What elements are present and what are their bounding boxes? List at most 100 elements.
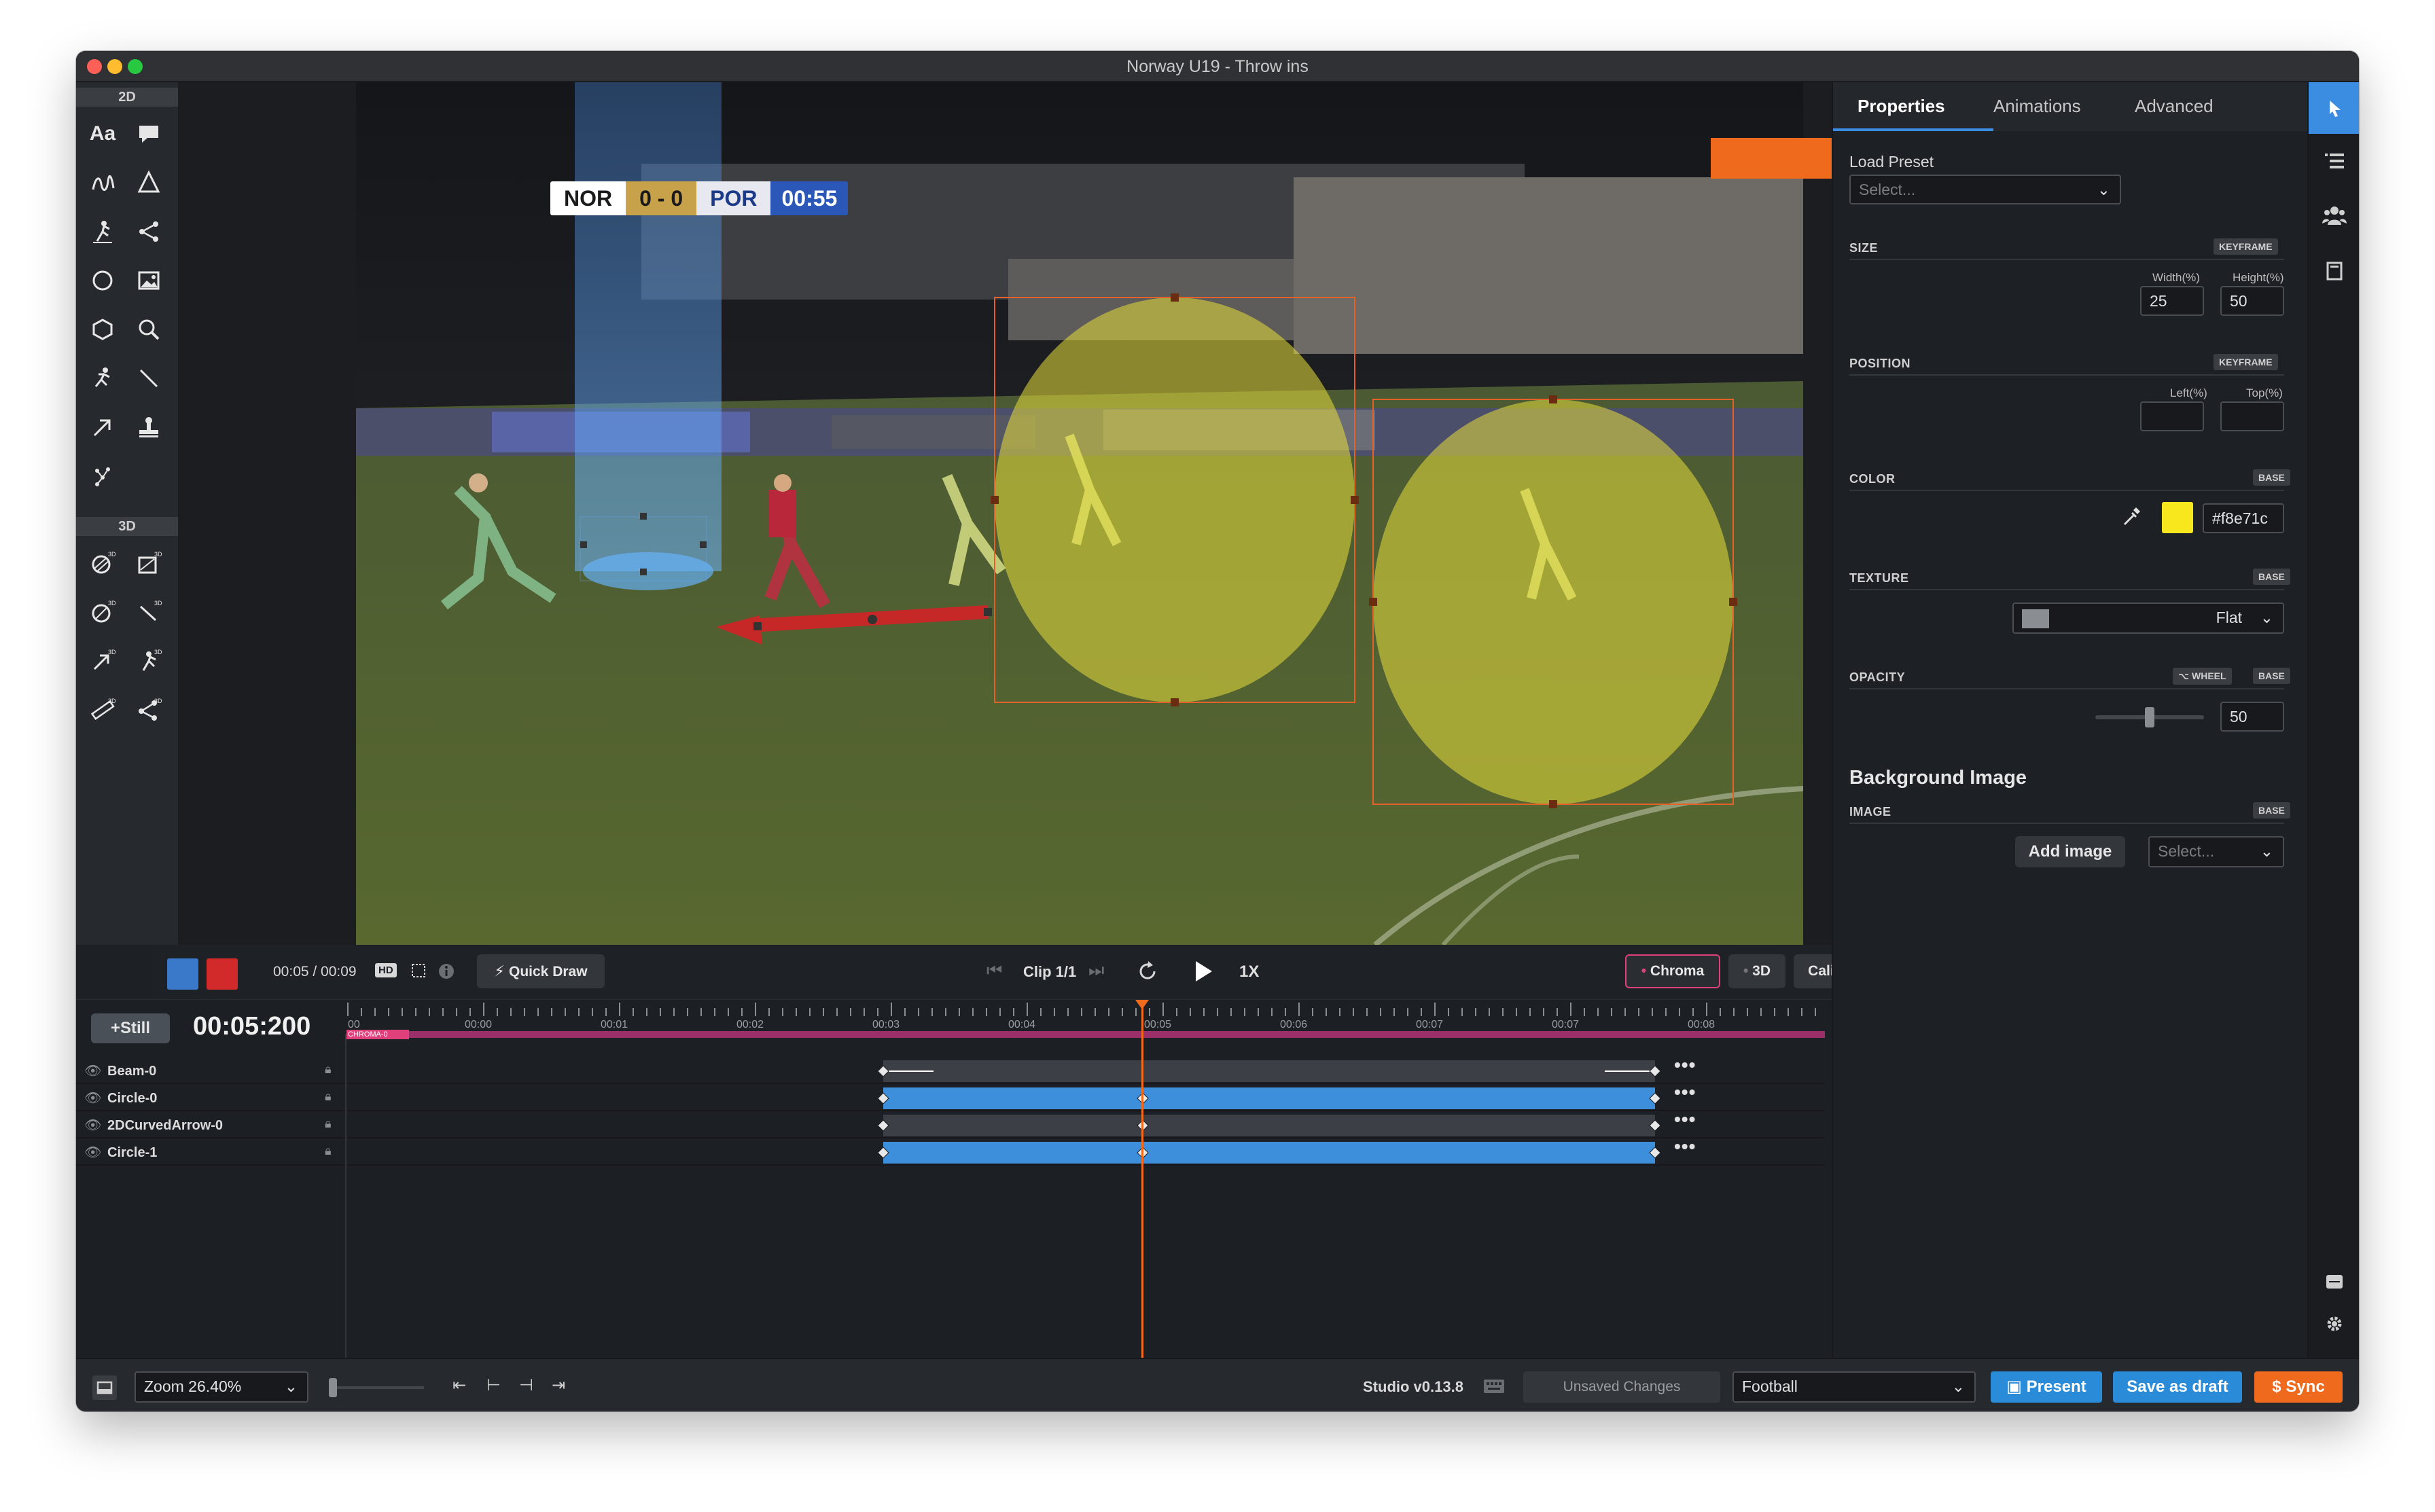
height-input[interactable]: 50 bbox=[2220, 286, 2284, 316]
chroma-button[interactable]: • Chroma bbox=[1625, 954, 1720, 988]
player-icon[interactable] bbox=[82, 211, 124, 253]
3d-network-icon[interactable]: 3D bbox=[128, 689, 170, 731]
keyframe-diamond[interactable] bbox=[1649, 1147, 1661, 1159]
add-still-button[interactable]: +Still bbox=[91, 1013, 170, 1043]
3d-rectangle-icon[interactable]: 3D bbox=[128, 542, 170, 584]
cone-icon[interactable] bbox=[128, 162, 170, 204]
keyframe-diamond[interactable] bbox=[1649, 1065, 1661, 1077]
3d-player-icon[interactable]: 3D bbox=[128, 640, 170, 682]
svg-text:3D: 3D bbox=[108, 551, 116, 558]
left-input[interactable] bbox=[2140, 401, 2204, 431]
keyframe-diamond[interactable] bbox=[877, 1092, 889, 1104]
polygon-icon[interactable] bbox=[82, 308, 124, 350]
chroma-track[interactable] bbox=[346, 1031, 1825, 1038]
sync-button[interactable]: $ Sync bbox=[2254, 1371, 2343, 1403]
keyframe-diamond[interactable] bbox=[1649, 1092, 1661, 1104]
running-player-icon[interactable] bbox=[82, 357, 124, 399]
image-select[interactable]: Select... ⌄ bbox=[2148, 836, 2284, 867]
arrow-icon[interactable] bbox=[82, 406, 124, 448]
add-image-button[interactable]: Add image bbox=[2015, 836, 2125, 867]
secondary-color-swatch[interactable] bbox=[207, 958, 238, 990]
zoom-slider-track[interactable] bbox=[329, 1386, 424, 1389]
keyframe-diamond[interactable] bbox=[1649, 1119, 1661, 1132]
position-keyframe-badge[interactable]: KEYFRAME bbox=[2214, 354, 2278, 370]
formation-icon[interactable] bbox=[82, 455, 124, 497]
save-draft-button[interactable]: Save as draft bbox=[2113, 1371, 2242, 1403]
keyframe-diamond[interactable] bbox=[877, 1147, 889, 1159]
team-icon[interactable] bbox=[2322, 204, 2347, 226]
load-preset-select[interactable]: Select... ⌄ bbox=[1849, 175, 2121, 204]
three-d-button[interactable]: • 3D bbox=[1728, 954, 1785, 988]
hd-badge[interactable]: HD bbox=[375, 963, 397, 977]
freehand-icon[interactable] bbox=[82, 162, 124, 204]
ruler-label-8: 00:07 bbox=[1552, 1019, 1580, 1030]
texture-base-badge[interactable]: BASE bbox=[2253, 569, 2290, 585]
fullscreen-icon[interactable] bbox=[410, 962, 427, 979]
opacity-slider-track[interactable] bbox=[2095, 707, 2204, 727]
stamp-icon[interactable] bbox=[128, 406, 170, 448]
ruler-label-0: 00:00 bbox=[465, 1019, 493, 1030]
playback-speed[interactable]: 1X bbox=[1239, 962, 1259, 982]
opacity-slider-thumb[interactable] bbox=[2145, 707, 2154, 727]
opacity-base-badge[interactable]: BASE bbox=[2253, 668, 2290, 684]
playhead-handle-icon[interactable] bbox=[1135, 1000, 1149, 1009]
3d-arrow-icon[interactable]: 3D bbox=[82, 640, 124, 682]
chroma-label[interactable]: CHROMA-0 bbox=[346, 1030, 409, 1039]
speech-bubble-icon[interactable] bbox=[128, 113, 170, 155]
library-icon[interactable] bbox=[2324, 260, 2345, 282]
panel-toggle-icon[interactable] bbox=[91, 1374, 118, 1401]
color-swatch[interactable] bbox=[2162, 502, 2193, 533]
select-tool-button[interactable] bbox=[2309, 82, 2359, 134]
text-tool[interactable]: Aa bbox=[82, 113, 124, 155]
top-input[interactable] bbox=[2220, 401, 2284, 431]
zoom-slider-thumb[interactable] bbox=[329, 1378, 337, 1397]
video-viewer[interactable]: NOR 0 - 0 POR 00:55 bbox=[178, 82, 1908, 945]
tab-advanced[interactable]: Advanced bbox=[2135, 96, 2214, 117]
skip-forward-icon[interactable]: ⏭︎ bbox=[1088, 960, 1104, 982]
trim-end-icon[interactable]: ⊣ bbox=[519, 1375, 533, 1395]
active-tab-indicator bbox=[1833, 128, 1993, 131]
jump-start-icon[interactable]: ⇤ bbox=[452, 1375, 466, 1395]
tab-animations[interactable]: Animations bbox=[1993, 96, 2081, 117]
eyedropper-icon[interactable] bbox=[2120, 505, 2143, 528]
trim-start-icon[interactable]: ⊢ bbox=[486, 1375, 501, 1395]
color-base-badge[interactable]: BASE bbox=[2253, 469, 2290, 486]
color-hex-input[interactable]: #f8e71c bbox=[2203, 503, 2284, 533]
image-base-badge[interactable]: BASE bbox=[2253, 802, 2290, 818]
keyboard-icon[interactable] bbox=[1482, 1378, 1506, 1394]
layers-list-icon[interactable] bbox=[2324, 150, 2345, 172]
opacity-wheel-badge[interactable]: ⌥ WHEEL bbox=[2173, 668, 2232, 685]
line-icon[interactable] bbox=[128, 357, 170, 399]
sport-select[interactable]: Football ⌄ bbox=[1732, 1371, 1976, 1403]
time-ruler[interactable]: 00 00:00 00:01 00:02 00:03 00:04 00:05 0… bbox=[346, 1000, 1825, 1039]
circle-icon[interactable] bbox=[82, 259, 124, 302]
keyframe-diamond[interactable] bbox=[877, 1119, 889, 1132]
playhead[interactable] bbox=[1141, 1000, 1143, 1395]
present-button[interactable]: ▣ Present bbox=[1991, 1371, 2102, 1403]
jump-end-icon[interactable]: ⇥ bbox=[552, 1375, 565, 1395]
primary-color-swatch[interactable] bbox=[167, 958, 198, 990]
loop-icon[interactable] bbox=[1136, 960, 1159, 983]
keyframe-diamond[interactable] bbox=[877, 1065, 889, 1077]
3d-zone-icon[interactable]: 3D bbox=[82, 591, 124, 633]
size-keyframe-badge[interactable]: KEYFRAME bbox=[2214, 238, 2278, 255]
tab-properties[interactable]: Properties bbox=[1858, 96, 1945, 117]
texture-select[interactable]: Flat ⌄ bbox=[2012, 602, 2284, 634]
skip-back-icon[interactable]: ⏮︎ bbox=[987, 960, 1002, 982]
image-icon[interactable] bbox=[128, 259, 170, 302]
3d-circle-icon[interactable]: 3D bbox=[82, 542, 124, 584]
opacity-input[interactable]: 50 bbox=[2220, 702, 2284, 732]
info-icon[interactable] bbox=[438, 962, 455, 980]
video-frame[interactable]: NOR 0 - 0 POR 00:55 bbox=[356, 82, 1803, 945]
storage-icon[interactable] bbox=[2324, 1272, 2345, 1291]
measure-icon[interactable]: 3D bbox=[82, 689, 124, 731]
width-input[interactable]: 25 bbox=[2140, 286, 2204, 316]
magnify-icon[interactable] bbox=[128, 308, 170, 350]
play-icon[interactable] bbox=[1192, 958, 1215, 984]
zoom-select[interactable]: Zoom 26.40% ⌄ bbox=[135, 1371, 308, 1403]
opacity-divider bbox=[1849, 688, 2284, 689]
gear-icon[interactable] bbox=[2324, 1313, 2345, 1335]
quick-draw-button[interactable]: ⚡︎ Quick Draw bbox=[477, 954, 605, 988]
3d-line-icon[interactable]: 3D bbox=[128, 591, 170, 633]
share-nodes-icon[interactable] bbox=[128, 211, 170, 253]
